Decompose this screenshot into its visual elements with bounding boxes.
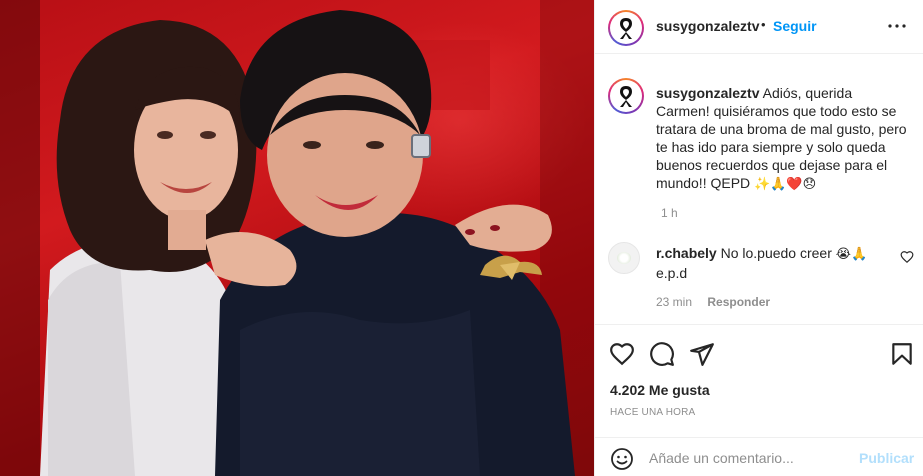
comment-avatar[interactable] (608, 242, 640, 274)
flower-avatar-image (617, 252, 631, 264)
comment-body-line2: e.p.d (656, 265, 688, 281)
comment-body: No lo.puedo creer (720, 245, 832, 261)
caption-text-block: susygonzaleztv Adiós, querida Carmen! qu… (656, 84, 908, 194)
follow-button[interactable]: Seguir (773, 18, 817, 34)
black-ribbon-icon (620, 86, 632, 107)
post-side-panel: susygonzaleztv • Seguir susygonzaleztv A… (595, 0, 923, 476)
black-ribbon-icon (620, 18, 632, 39)
comment-timestamp[interactable]: 23 min (656, 295, 692, 309)
share-icon[interactable] (689, 341, 715, 367)
more-options-icon[interactable] (885, 16, 909, 36)
photo-illustration (0, 0, 594, 476)
avatar[interactable] (608, 10, 644, 46)
comment-username[interactable]: r.chabely (656, 245, 717, 261)
caption-timestamp[interactable]: 1 h (661, 206, 678, 220)
emoji-icon[interactable] (610, 447, 634, 471)
comments-section[interactable]: susygonzaleztv Adiós, querida Carmen! qu… (595, 54, 923, 322)
caption-avatar[interactable] (608, 78, 644, 114)
post-actions: 4.202 Me gusta HACE UNA HORA Publicar (595, 324, 923, 476)
post-timestamp[interactable]: HACE UNA HORA (610, 407, 695, 418)
caption-emojis: ✨🙏❤️😞 (754, 177, 817, 192)
reply-button[interactable]: Responder (707, 295, 770, 309)
comment-icon[interactable] (649, 341, 675, 367)
caption-avatar-image (610, 80, 642, 112)
publish-button[interactable]: Publicar (859, 450, 914, 466)
comment-text-block: r.chabely No lo.puedo creer 😭🙏 e.p.d (656, 244, 888, 282)
caption-username[interactable]: susygonzaleztv (656, 85, 759, 101)
header-username[interactable]: susygonzaleztv (656, 18, 759, 34)
comment-meta: 23 min Responder (656, 295, 770, 309)
comment-emojis: 😭🙏 (835, 247, 868, 262)
comment-input[interactable] (649, 446, 859, 470)
add-comment-bar: Publicar (595, 437, 923, 476)
bookmark-icon[interactable] (889, 341, 915, 367)
likes-count[interactable]: 4.202 Me gusta (610, 382, 710, 398)
small-heart-icon[interactable] (900, 250, 914, 264)
post-photo[interactable] (0, 0, 594, 476)
post-header: susygonzaleztv • Seguir (595, 0, 923, 54)
avatar-image (610, 12, 642, 44)
separator-dot: • (761, 17, 766, 32)
heart-icon[interactable] (609, 341, 635, 367)
